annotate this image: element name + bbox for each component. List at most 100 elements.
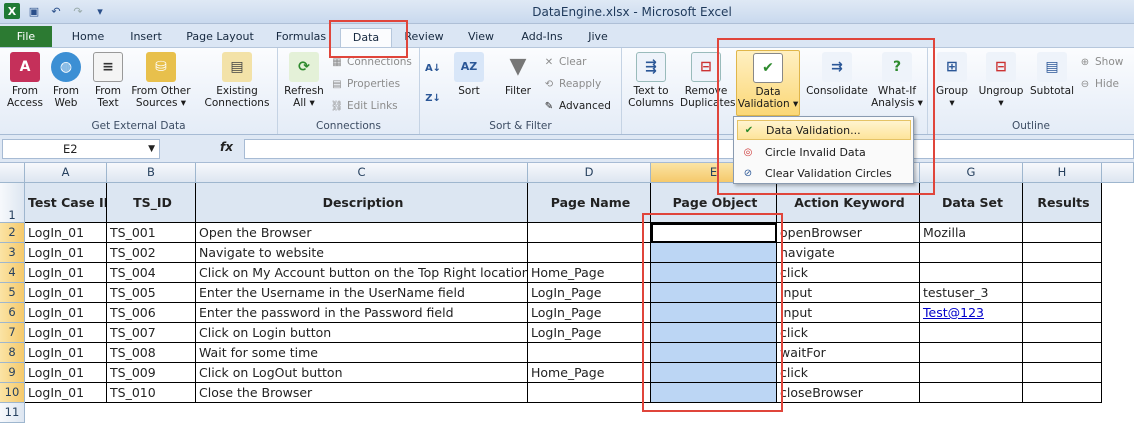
cell-c6[interactable]: Enter the password in the Password field [196, 303, 528, 323]
insert-function-icon[interactable]: fx [220, 140, 233, 154]
header-cell-a[interactable]: Test Case ID [25, 183, 107, 223]
show-detail-button[interactable]: ⊕ Show [1078, 54, 1124, 70]
cell-a10[interactable]: LogIn_01 [25, 383, 107, 403]
advanced-filter-button[interactable]: ✎ Advanced [542, 98, 611, 114]
tab-file[interactable]: File [0, 26, 52, 48]
tab-insert[interactable]: Insert [120, 28, 172, 48]
cell-b6[interactable]: TS_006 [107, 303, 196, 323]
cell-f6[interactable]: input [777, 303, 920, 323]
cell-d6[interactable]: LogIn_Page [528, 303, 651, 323]
cell-d3[interactable] [528, 243, 651, 263]
row-header-3[interactable]: 3 [0, 243, 25, 263]
cell-d9[interactable]: Home_Page [528, 363, 651, 383]
column-header-c[interactable]: C [196, 163, 528, 183]
cell-f3[interactable]: navigate [777, 243, 920, 263]
header-cell-c[interactable]: Description [196, 183, 528, 223]
row-header-2[interactable]: 2 [0, 223, 25, 243]
cell-a6[interactable]: LogIn_01 [25, 303, 107, 323]
clear-filter-button[interactable]: ✕ Clear [542, 54, 587, 70]
text-to-columns-button[interactable]: ⇶ Text to Columns [626, 52, 676, 109]
cell-h7[interactable] [1023, 323, 1102, 343]
cell-h4[interactable] [1023, 263, 1102, 283]
cell-d2[interactable] [528, 223, 651, 243]
cell-f4[interactable]: click [777, 263, 920, 283]
row-header-10[interactable]: 10 [0, 383, 25, 403]
cell-g10[interactable] [920, 383, 1023, 403]
cell-f9[interactable]: click [777, 363, 920, 383]
cell-f10[interactable]: closeBrowser [777, 383, 920, 403]
cell-b8[interactable]: TS_008 [107, 343, 196, 363]
row-header-1[interactable]: 1 [0, 183, 25, 223]
cell-h2[interactable] [1023, 223, 1102, 243]
cell-a5[interactable]: LogIn_01 [25, 283, 107, 303]
header-cell-d[interactable]: Page Name [528, 183, 651, 223]
sort-button[interactable]: AZ Sort [452, 52, 486, 97]
cell-c7[interactable]: Click on Login button [196, 323, 528, 343]
cell-c9[interactable]: Click on LogOut button [196, 363, 528, 383]
select-all-corner[interactable] [0, 163, 25, 183]
row-header-9[interactable]: 9 [0, 363, 25, 383]
cell-g9[interactable] [920, 363, 1023, 383]
cell-c8[interactable]: Wait for some time [196, 343, 528, 363]
cell-b9[interactable]: TS_009 [107, 363, 196, 383]
cell-c2[interactable]: Open the Browser [196, 223, 528, 243]
from-access-button[interactable]: A From Access [4, 52, 46, 109]
row-header-8[interactable]: 8 [0, 343, 25, 363]
cell-c4[interactable]: Click on My Account button on the Top Ri… [196, 263, 528, 283]
hide-detail-button[interactable]: ⊖ Hide [1078, 76, 1119, 92]
filter-button[interactable]: ▼ Filter [500, 52, 536, 98]
tab-formulas[interactable]: Formulas [270, 28, 332, 48]
cell-g3[interactable] [920, 243, 1023, 263]
cell-b10[interactable]: TS_010 [107, 383, 196, 403]
cell-g8[interactable] [920, 343, 1023, 363]
cell-d5[interactable]: LogIn_Page [528, 283, 651, 303]
cell-h5[interactable] [1023, 283, 1102, 303]
cell-a8[interactable]: LogIn_01 [25, 343, 107, 363]
formula-input[interactable] [244, 139, 1134, 159]
from-web-button[interactable]: ◍ From Web [46, 52, 86, 109]
cell-h8[interactable] [1023, 343, 1102, 363]
row-header-6[interactable]: 6 [0, 303, 25, 323]
properties-button[interactable]: ▤ Properties [330, 76, 400, 92]
row-header-4[interactable]: 4 [0, 263, 25, 283]
existing-connections-button[interactable]: ▤ Existing Connections [200, 52, 274, 109]
cell-f2[interactable]: openBrowser [777, 223, 920, 243]
refresh-all-button[interactable]: ⟳ Refresh All ▾ [282, 52, 326, 109]
tab-page-layout[interactable]: Page Layout [180, 28, 260, 48]
subtotal-button[interactable]: ▤ Subtotal [1028, 52, 1076, 97]
cell-f5[interactable]: input [777, 283, 920, 303]
cell-c3[interactable]: Navigate to website [196, 243, 528, 263]
column-header-a[interactable]: A [25, 163, 107, 183]
from-text-button[interactable]: ≡ From Text [88, 52, 128, 109]
tab-jive[interactable]: Jive [578, 28, 618, 48]
sort-z-a-button[interactable]: Z↓ [425, 90, 441, 106]
cell-g4[interactable] [920, 263, 1023, 283]
ungroup-button[interactable]: ⊟ Ungroup ▾ [976, 52, 1026, 109]
group-button[interactable]: ⊞ Group ▾ [932, 52, 972, 109]
from-other-sources-button[interactable]: ⛁ From Other Sources ▾ [130, 52, 192, 109]
column-header-b[interactable]: B [107, 163, 196, 183]
cell-f7[interactable]: click [777, 323, 920, 343]
cell-b7[interactable]: TS_007 [107, 323, 196, 343]
cell-d4[interactable]: Home_Page [528, 263, 651, 283]
chevron-down-icon[interactable]: ▼ [148, 140, 155, 158]
cell-a2[interactable]: LogIn_01 [25, 223, 107, 243]
row-header-11[interactable]: 11 [0, 403, 25, 423]
cell-g5[interactable]: testuser_3 [920, 283, 1023, 303]
cell-d7[interactable]: LogIn_Page [528, 323, 651, 343]
cell-d8[interactable] [528, 343, 651, 363]
cell-c5[interactable]: Enter the Username in the UserName field [196, 283, 528, 303]
sort-a-z-button[interactable]: A↓ [425, 60, 441, 76]
cell-g2[interactable]: Mozilla [920, 223, 1023, 243]
cell-h6[interactable] [1023, 303, 1102, 323]
cell-f8[interactable]: waitFor [777, 343, 920, 363]
cell-a9[interactable]: LogIn_01 [25, 363, 107, 383]
cell-h10[interactable] [1023, 383, 1102, 403]
cell-b2[interactable]: TS_001 [107, 223, 196, 243]
cell-g7[interactable] [920, 323, 1023, 343]
tab-view[interactable]: View [458, 28, 504, 48]
tab-home[interactable]: Home [62, 28, 114, 48]
tab-add-ins[interactable]: Add-Ins [514, 28, 570, 48]
cell-c10[interactable]: Close the Browser [196, 383, 528, 403]
reapply-button[interactable]: ⟲ Reapply [542, 76, 601, 92]
